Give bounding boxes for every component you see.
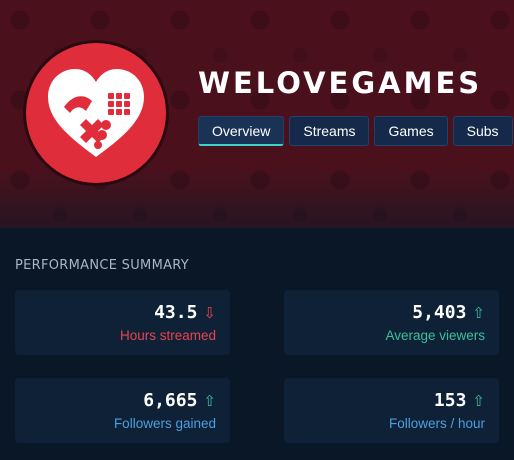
tab-subs[interactable]: Subs — [452, 116, 513, 146]
stat-card-followers-gained: 6,665 ⇧ Followers gained — [15, 378, 230, 443]
channel-tabs: Overview Streams Games Subs — [198, 116, 513, 146]
tab-streams[interactable]: Streams — [289, 116, 370, 146]
stat-card-average-viewers: 5,403 ⇧ Average viewers — [284, 290, 499, 355]
stat-label: Followers / hour — [388, 416, 485, 431]
channel-avatar — [23, 40, 169, 186]
stat-label: Followers gained — [113, 416, 216, 431]
channel-name: WELOVEGAMES — [198, 66, 483, 100]
heart-gamepad-logo-icon — [26, 43, 166, 183]
stat-card-hours-streamed: 43.5 ⇩ Hours streamed — [15, 290, 230, 355]
arrow-up-icon: ⇧ — [203, 391, 216, 410]
stat-label: Hours streamed — [119, 328, 216, 343]
tab-games[interactable]: Games — [374, 116, 448, 146]
stat-value: 5,403 — [412, 302, 467, 323]
stat-card-followers-per-hour: 153 ⇧ Followers / hour — [284, 378, 499, 443]
stat-value: 153 — [433, 390, 467, 411]
arrow-down-icon: ⇩ — [203, 303, 216, 322]
stat-value: 43.5 — [154, 302, 198, 323]
tab-overview[interactable]: Overview — [198, 116, 285, 146]
section-title: PERFORMANCE SUMMARY — [15, 258, 190, 273]
stat-label: Average viewers — [385, 328, 485, 343]
stat-value: 6,665 — [143, 390, 198, 411]
arrow-up-icon: ⇧ — [472, 303, 485, 322]
arrow-up-icon: ⇧ — [472, 391, 485, 410]
